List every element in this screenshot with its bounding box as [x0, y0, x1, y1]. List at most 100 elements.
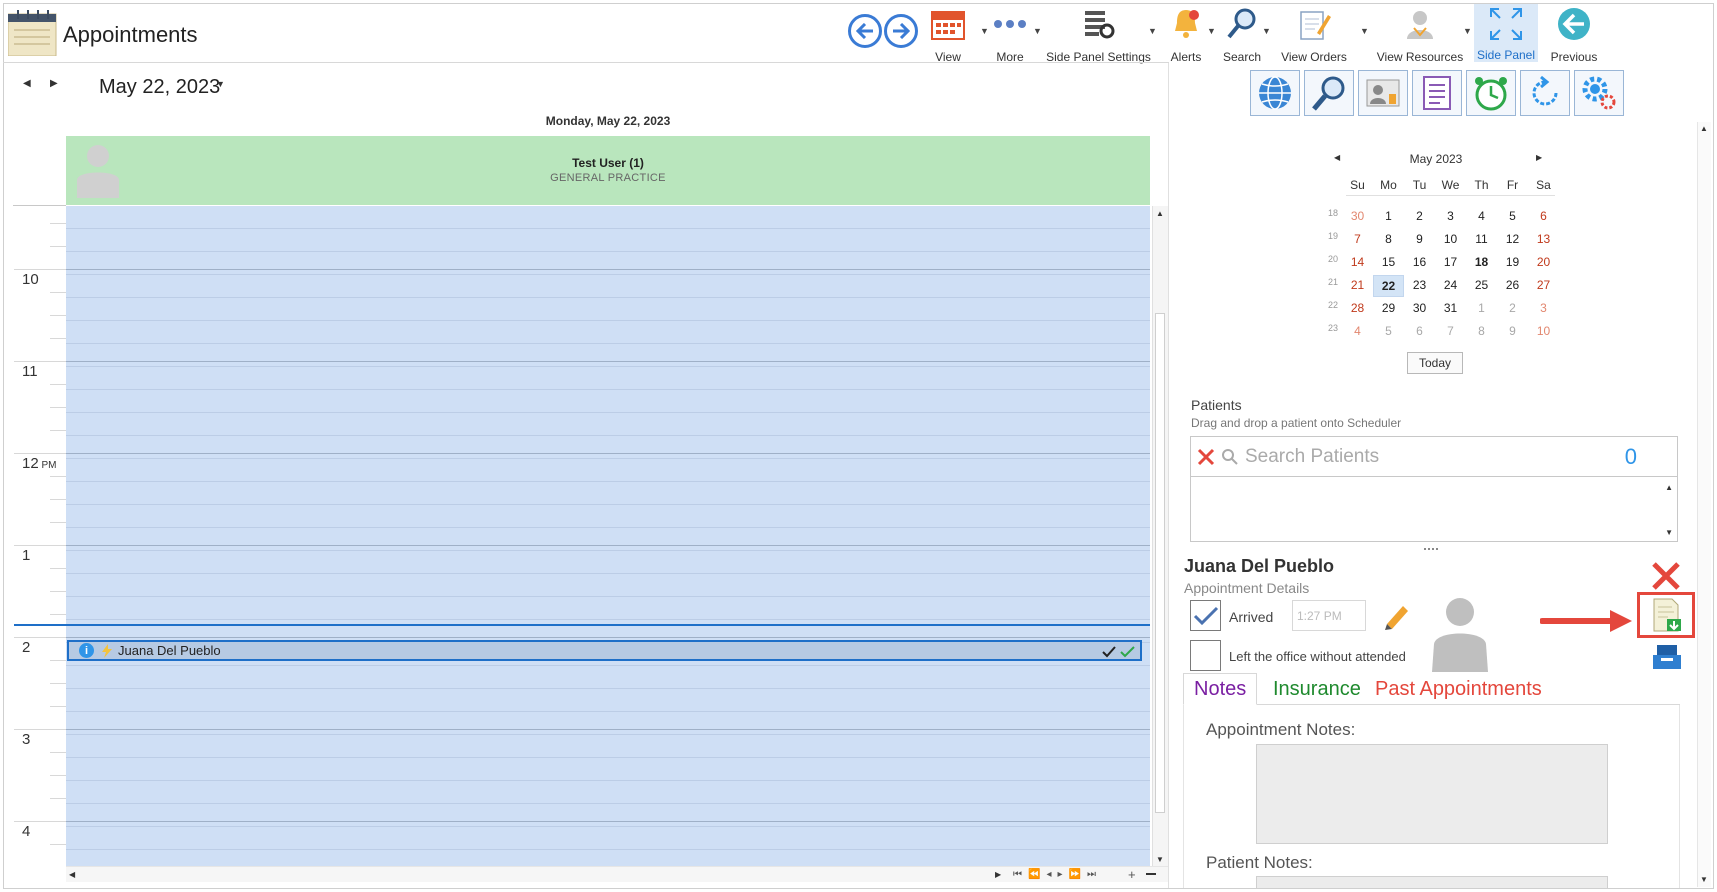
- side-checklist-button[interactable]: [1412, 70, 1462, 116]
- tab-past-appointments[interactable]: Past Appointments: [1365, 673, 1552, 705]
- mini-cal-day[interactable]: 6: [1404, 321, 1435, 341]
- alerts-caret[interactable]: ▼: [1207, 26, 1216, 36]
- mini-cal-day[interactable]: 19: [1497, 252, 1528, 272]
- toolbar-search-button[interactable]: Search: [1218, 6, 1266, 64]
- mini-cal-day[interactable]: 11: [1466, 229, 1497, 249]
- forward-button[interactable]: [884, 14, 918, 48]
- patient-search-box[interactable]: Search Patients 0: [1190, 436, 1678, 477]
- toolbar-side-panel-button[interactable]: Side Panel: [1474, 4, 1538, 62]
- mini-cal-day[interactable]: 17: [1435, 252, 1466, 272]
- toolbar-view-orders-button[interactable]: View Orders: [1274, 6, 1354, 64]
- mini-cal-day[interactable]: 4: [1466, 206, 1497, 226]
- mini-cal-day[interactable]: 21: [1342, 275, 1373, 295]
- mini-cal-day[interactable]: 4: [1342, 321, 1373, 341]
- toolbar-previous-button[interactable]: Previous: [1546, 6, 1602, 64]
- archive-tray-icon[interactable]: [1651, 643, 1683, 671]
- current-date-label[interactable]: May 22, 2023: [99, 76, 220, 99]
- prev-day-button[interactable]: ◀: [23, 78, 31, 89]
- scroll-down-arrow[interactable]: ▼: [1156, 855, 1164, 864]
- patient-notes-textarea[interactable]: [1256, 876, 1608, 888]
- mini-cal-day[interactable]: 10: [1435, 229, 1466, 249]
- side-refresh-button[interactable]: [1520, 70, 1570, 116]
- mini-cal-day[interactable]: 18: [1466, 252, 1497, 272]
- mini-cal-day[interactable]: 9: [1404, 229, 1435, 249]
- mini-cal-day[interactable]: 26: [1497, 275, 1528, 295]
- schedule-horizontal-scrollbar[interactable]: [66, 866, 1168, 882]
- patient-list-scroll-down[interactable]: ▼: [1665, 528, 1673, 537]
- arrived-time-input[interactable]: 1:27 PM: [1292, 600, 1366, 631]
- toolbar-side-panel-settings-button[interactable]: Side Panel Settings: [1046, 6, 1151, 64]
- mini-cal-day[interactable]: 14: [1342, 252, 1373, 272]
- more-dropdown-caret[interactable]: ▼: [1033, 26, 1042, 36]
- mini-cal-day[interactable]: 25: [1466, 275, 1497, 295]
- mini-cal-day[interactable]: 9: [1497, 321, 1528, 341]
- mini-cal-day[interactable]: 3: [1435, 206, 1466, 226]
- patient-search-input[interactable]: Search Patients: [1245, 446, 1379, 468]
- mini-cal-day[interactable]: 5: [1373, 321, 1404, 341]
- scroll-up-arrow[interactable]: ▲: [1156, 209, 1164, 218]
- schedule-grid[interactable]: [66, 206, 1150, 866]
- mini-cal-day[interactable]: 1: [1373, 206, 1404, 226]
- appointment-notes-textarea[interactable]: [1256, 744, 1608, 844]
- side-globe-button[interactable]: [1250, 70, 1300, 116]
- mini-cal-day[interactable]: 30: [1404, 298, 1435, 318]
- tab-insurance[interactable]: Insurance: [1263, 673, 1371, 705]
- mini-cal-day[interactable]: 24: [1435, 275, 1466, 295]
- toolbar-view-button[interactable]: View: [921, 6, 975, 64]
- mini-cal-day[interactable]: 12: [1497, 229, 1528, 249]
- scroll-right-arrow[interactable]: ▶: [995, 870, 1001, 879]
- mini-cal-day[interactable]: 7: [1342, 229, 1373, 249]
- mini-cal-day[interactable]: 2: [1497, 298, 1528, 318]
- mini-cal-day[interactable]: 10: [1528, 321, 1559, 341]
- toolbar-alerts-button[interactable]: Alerts: [1163, 6, 1209, 64]
- side-panel-scroll-up[interactable]: ▲: [1700, 124, 1708, 133]
- mini-cal-day[interactable]: 22: [1373, 275, 1404, 297]
- document-download-icon[interactable]: [1648, 597, 1684, 633]
- side-settings-button[interactable]: [1574, 70, 1624, 116]
- mini-cal-next-button[interactable]: ▶: [1536, 153, 1542, 162]
- side-panel-settings-caret[interactable]: ▼: [1148, 26, 1157, 36]
- mini-cal-day[interactable]: 8: [1373, 229, 1404, 249]
- mini-cal-day[interactable]: 27: [1528, 275, 1559, 295]
- toolbar-view-resources-button[interactable]: View Resources: [1372, 6, 1468, 64]
- search-caret[interactable]: ▼: [1262, 26, 1271, 36]
- mini-cal-day[interactable]: 16: [1404, 252, 1435, 272]
- mini-cal-day[interactable]: 28: [1342, 298, 1373, 318]
- mini-cal-day[interactable]: 29: [1373, 298, 1404, 318]
- mini-cal-day[interactable]: 1: [1466, 298, 1497, 318]
- mini-cal-day[interactable]: 8: [1466, 321, 1497, 341]
- side-panel-scroll-down[interactable]: ▼: [1700, 875, 1708, 884]
- splitter-handle[interactable]: [1424, 548, 1438, 550]
- back-button[interactable]: [848, 14, 882, 48]
- patient-list-scroll-up[interactable]: ▲: [1665, 483, 1673, 492]
- side-alarm-button[interactable]: [1466, 70, 1516, 116]
- mini-cal-day[interactable]: 5: [1497, 206, 1528, 226]
- info-icon[interactable]: i: [79, 643, 94, 658]
- view-resources-caret[interactable]: ▼: [1463, 26, 1472, 36]
- close-details-icon[interactable]: [1651, 561, 1681, 591]
- mini-cal-day[interactable]: 13: [1528, 229, 1559, 249]
- mini-cal-day[interactable]: 23: [1404, 275, 1435, 295]
- add-resource-button[interactable]: +: [1128, 867, 1136, 882]
- next-day-button[interactable]: ▶: [50, 78, 58, 89]
- mini-cal-day[interactable]: 2: [1404, 206, 1435, 226]
- resource-header[interactable]: Test User (1) GENERAL PRACTICE: [66, 136, 1150, 205]
- side-contact-card-button[interactable]: [1358, 70, 1408, 116]
- mini-cal-day[interactable]: 7: [1435, 321, 1466, 341]
- schedule-scroll-thumb[interactable]: [1155, 313, 1165, 813]
- mini-cal-day[interactable]: 31: [1435, 298, 1466, 318]
- mini-cal-day[interactable]: 6: [1528, 206, 1559, 226]
- appointment-block[interactable]: i Juana Del Pueblo: [67, 640, 1142, 661]
- mini-cal-day[interactable]: 15: [1373, 252, 1404, 272]
- side-panel-scrollbar[interactable]: [1697, 122, 1711, 887]
- resource-pager-controls[interactable]: ⏮⏪◂▸⏩⏭: [1013, 869, 1102, 880]
- toolbar-more-button[interactable]: More: [985, 6, 1035, 64]
- mini-cal-day[interactable]: 30: [1342, 206, 1373, 226]
- clear-search-icon[interactable]: [1197, 448, 1215, 466]
- today-button[interactable]: Today: [1407, 352, 1463, 374]
- patient-list[interactable]: ▲ ▼: [1190, 477, 1678, 542]
- view-orders-caret[interactable]: ▼: [1360, 26, 1369, 36]
- tab-notes[interactable]: Notes: [1183, 673, 1258, 705]
- pencil-icon[interactable]: [1381, 600, 1413, 632]
- left-office-checkbox[interactable]: [1190, 640, 1221, 671]
